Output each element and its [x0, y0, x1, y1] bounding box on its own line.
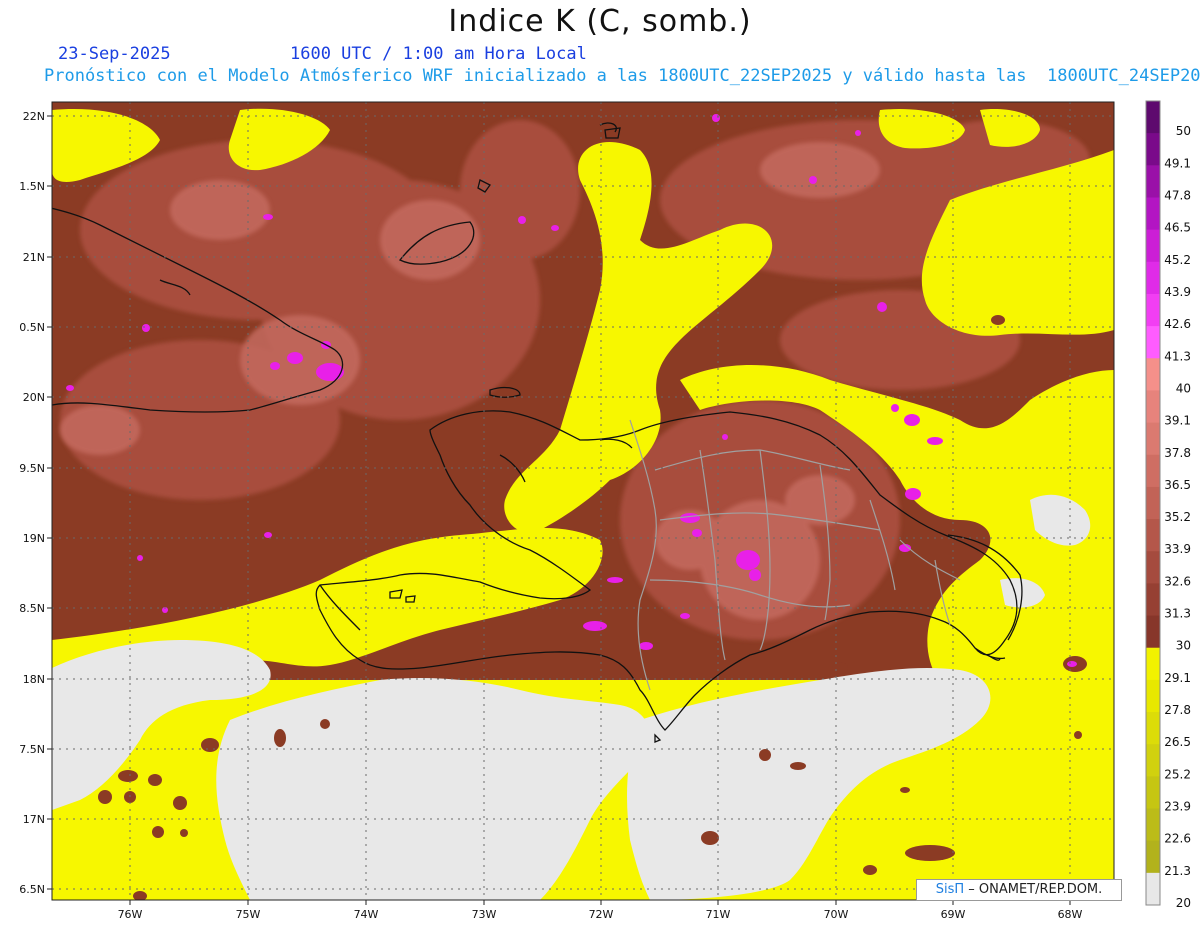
colorbar-label: 41.3 — [1164, 349, 1191, 363]
colorbar-swatch — [1146, 551, 1160, 584]
colorbar-swatch — [1146, 486, 1160, 520]
y-tick-label: 18N — [23, 673, 45, 686]
colorbar-label: 36.5 — [1164, 478, 1191, 492]
colorbar-label: 33.9 — [1164, 542, 1191, 556]
colorbar-label: 49.1 — [1164, 156, 1191, 170]
colorbar-label: 43.9 — [1164, 285, 1191, 299]
colorbar-swatch — [1146, 647, 1160, 681]
colorbar-swatch — [1146, 293, 1160, 327]
x-tick-labels: 76W 75W 74W 73W 72W 71W 70W 69W 68W — [118, 908, 1083, 921]
colorbar-swatch — [1146, 261, 1160, 295]
colorbar-label: 20 — [1176, 896, 1191, 910]
colorbar-swatch — [1146, 840, 1160, 874]
colorbar-swatch — [1146, 133, 1160, 166]
colorbar-label: 50 — [1176, 124, 1191, 138]
colorbar-swatch — [1146, 776, 1160, 810]
k-index-map: 22N 1.5N 21N 0.5N 20N 9.5N 19N 8.5N 18N 7.5N 17N 6.… — [19, 100, 1191, 921]
colorbar-label: 25.2 — [1164, 767, 1191, 781]
colorbar-label: 29.1 — [1164, 671, 1191, 685]
y-tick-marks — [47, 115, 52, 890]
x-tick-label: 71W — [706, 908, 731, 921]
sispi-logo: SisΠ — [935, 882, 965, 897]
colorbar-label: 42.6 — [1164, 317, 1191, 331]
y-tick-label: 9.5N — [19, 462, 45, 475]
colorbar-swatch — [1146, 679, 1160, 713]
colorbar-swatch — [1146, 197, 1160, 231]
colorbar-label: 32.6 — [1164, 574, 1191, 588]
x-tick-label: 68W — [1058, 908, 1083, 921]
y-tick-label: 0.5N — [19, 321, 45, 334]
colorbar: 50 49.1 47.8 46.5 45.2 43.9 42.6 41.3 40 39.1 37.8… — [1145, 100, 1191, 910]
colorbar-swatch — [1146, 454, 1160, 488]
colorbar-swatch — [1146, 165, 1160, 198]
x-tick-label: 75W — [236, 908, 261, 921]
colorbar-swatch — [1146, 615, 1160, 649]
x-tick-label: 73W — [472, 908, 497, 921]
colorbar-label: 30 — [1176, 639, 1191, 653]
colorbar-label: 23.9 — [1164, 800, 1191, 814]
y-tick-label: 20N — [23, 391, 45, 404]
colorbar-swatch — [1146, 712, 1160, 745]
colorbar-label: 21.3 — [1164, 864, 1191, 878]
x-tick-label: 70W — [824, 908, 849, 921]
colorbar-label: 46.5 — [1164, 221, 1191, 235]
colorbar-label: 26.5 — [1164, 735, 1191, 749]
colorbar-swatch — [1146, 519, 1160, 552]
y-tick-label: 1.5N — [19, 180, 45, 193]
y-tick-label: 21N — [23, 251, 45, 264]
x-tick-label: 69W — [941, 908, 966, 921]
y-tick-label: 19N — [23, 532, 45, 545]
x-tick-label: 74W — [354, 908, 379, 921]
colorbar-label: 37.8 — [1164, 446, 1191, 460]
colorbar-swatch — [1146, 422, 1160, 456]
x-tick-label: 76W — [118, 908, 143, 921]
colorbar-label: 22.6 — [1164, 832, 1191, 846]
colorbar-swatch — [1146, 101, 1160, 134]
colorbar-swatch — [1146, 583, 1160, 617]
y-tick-label: 6.5N — [19, 883, 45, 896]
y-tick-label: 17N — [23, 813, 45, 826]
colorbar-swatch — [1146, 390, 1160, 424]
colorbar-label: 45.2 — [1164, 253, 1191, 267]
y-tick-label: 8.5N — [19, 602, 45, 615]
colorbar-swatch — [1146, 229, 1160, 263]
colorbar-label: 31.3 — [1164, 607, 1191, 621]
y-tick-label: 7.5N — [19, 743, 45, 756]
colorbar-label: 27.8 — [1164, 703, 1191, 717]
colorbar-swatch — [1146, 872, 1160, 906]
colorbar-swatch — [1146, 744, 1160, 777]
colorbar-swatch — [1146, 358, 1160, 391]
colorbar-swatch — [1146, 326, 1160, 359]
y-tick-label: 22N — [23, 110, 45, 123]
colorbar-label: 39.1 — [1164, 414, 1191, 428]
x-tick-label: 72W — [589, 908, 614, 921]
credit-text: – ONAMET/REP.DOM. — [968, 882, 1103, 897]
colorbar-swatch — [1146, 808, 1160, 842]
y-tick-labels: 22N 1.5N 21N 0.5N 20N 9.5N 19N 8.5N 18N 7.5N 17N 6.… — [19, 110, 45, 896]
credit-box: SisΠ – ONAMET/REP.DOM. — [916, 879, 1122, 901]
colorbar-label: 47.8 — [1164, 188, 1191, 202]
colorbar-label: 40 — [1176, 381, 1191, 395]
colorbar-label: 35.2 — [1164, 510, 1191, 524]
